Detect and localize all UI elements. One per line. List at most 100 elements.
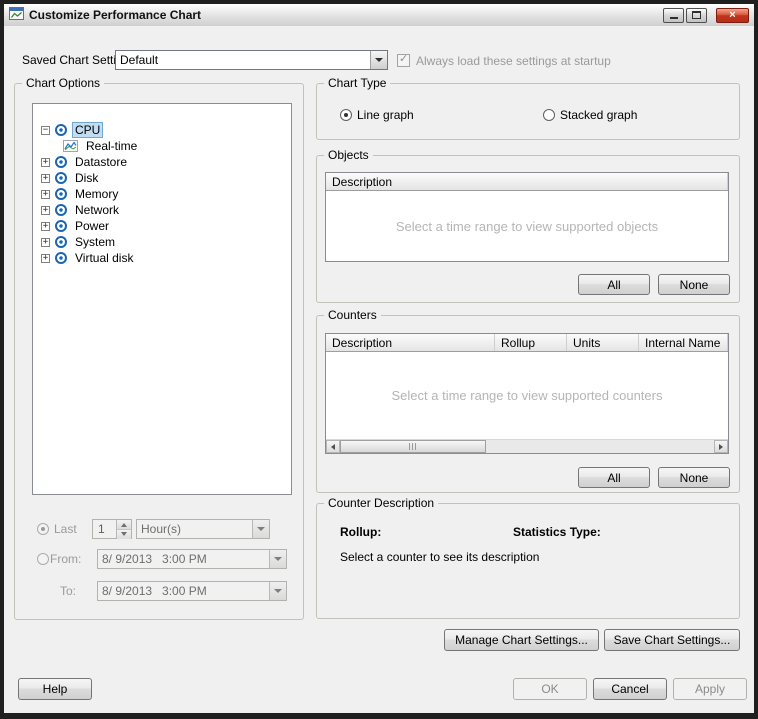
tree-item-cpu[interactable]: − CPU [33, 122, 291, 138]
tree-item-datastore[interactable]: + Datastore [33, 154, 291, 170]
stacked-graph-radio[interactable] [543, 109, 555, 121]
dropdown-arrow-icon[interactable] [370, 51, 387, 69]
horizontal-scrollbar[interactable] [326, 439, 728, 453]
help-button[interactable]: Help [18, 678, 92, 700]
counters-column-description[interactable]: Description [326, 334, 495, 351]
spinner-up-icon[interactable] [117, 520, 131, 529]
last-value: 1 [98, 522, 105, 536]
expand-icon[interactable]: + [41, 173, 50, 183]
close-button[interactable]: × [716, 7, 749, 23]
statistics-type-label: Statistics Type: [513, 525, 601, 539]
counter-group-icon [55, 204, 67, 216]
tree-item-label[interactable]: CPU [72, 122, 104, 138]
to-datetime-value: 8/ 9/2013 3:00 PM [102, 584, 207, 598]
rollup-label: Rollup: [340, 525, 382, 539]
expand-icon[interactable]: + [41, 189, 50, 199]
minimize-button[interactable] [663, 7, 684, 23]
tree-item-disk[interactable]: + Disk [33, 170, 291, 186]
tree-item-system[interactable]: + System [33, 234, 291, 250]
to-datetime-picker[interactable]: 8/ 9/2013 3:00 PM [97, 581, 287, 601]
maximize-button[interactable] [686, 7, 707, 23]
tree-item-network[interactable]: + Network [33, 202, 291, 218]
from-datetime-value: 8/ 9/2013 3:00 PM [102, 552, 207, 566]
scrollbar-thumb[interactable] [340, 440, 486, 453]
stacked-graph-label: Stacked graph [560, 108, 638, 122]
tree-item-virtual-disk[interactable]: + Virtual disk [33, 250, 291, 266]
dropdown-arrow-icon[interactable] [252, 520, 269, 538]
saved-settings-value: Default [120, 53, 159, 67]
counters-table: Description Rollup Units Internal Name S… [325, 333, 729, 454]
tree-item-real-time[interactable]: Real-time [33, 138, 291, 154]
expand-icon[interactable]: + [41, 205, 50, 215]
tree-item-label[interactable]: Datastore [72, 154, 130, 170]
dialog-window: Customize Performance Chart × Saved Char… [0, 0, 758, 719]
save-chart-settings-button[interactable]: Save Chart Settings... [604, 629, 740, 651]
counter-group-icon [55, 236, 67, 248]
counter-group-icon [55, 172, 67, 184]
tree-item-label[interactable]: Memory [72, 186, 121, 202]
from-radio[interactable] [37, 553, 49, 565]
objects-table-body: Select a time range to view supported ob… [326, 191, 728, 261]
tree-item-label[interactable]: Disk [72, 170, 101, 186]
window-controls: × [663, 7, 749, 23]
tree-item-label[interactable]: Network [72, 202, 122, 218]
tree-item-memory[interactable]: + Memory [33, 186, 291, 202]
tree-item-power[interactable]: + Power [33, 218, 291, 234]
objects-table-header: Description [326, 173, 728, 191]
objects-none-button[interactable]: None [658, 274, 730, 295]
metric-tree[interactable]: − CPU Real-time + Datastore + Disk + Mem… [32, 103, 292, 495]
from-label: From: [50, 552, 82, 566]
scroll-left-icon[interactable] [326, 440, 340, 453]
saved-settings-combo[interactable]: Default [115, 50, 388, 70]
counter-group-icon [55, 252, 67, 264]
manage-chart-settings-button[interactable]: Manage Chart Settings... [444, 629, 599, 651]
last-label: Last [54, 522, 77, 536]
line-chart-icon [63, 140, 78, 152]
expand-icon[interactable]: + [41, 237, 50, 247]
chart-type-title: Chart Type [324, 76, 391, 90]
ok-button[interactable]: OK [513, 678, 587, 700]
objects-placeholder: Select a time range to view supported ob… [395, 218, 659, 234]
tree-item-label[interactable]: Real-time [83, 138, 140, 154]
counter-description-title: Counter Description [324, 496, 439, 510]
load-at-startup-checkbox[interactable]: ✓ [397, 53, 410, 67]
counters-table-header: Description Rollup Units Internal Name [326, 334, 728, 352]
collapse-icon[interactable]: − [41, 125, 50, 135]
title-bar[interactable]: Customize Performance Chart × [4, 4, 754, 26]
apply-button[interactable]: Apply [673, 678, 747, 700]
last-radio[interactable] [37, 523, 49, 535]
counters-column-units[interactable]: Units [567, 334, 639, 351]
expand-icon[interactable]: + [41, 221, 50, 231]
scroll-right-icon[interactable] [714, 440, 728, 453]
from-datetime-picker[interactable]: 8/ 9/2013 3:00 PM [97, 549, 287, 569]
counters-table-body: Select a time range to view supported co… [326, 352, 728, 439]
cancel-button[interactable]: Cancel [593, 678, 667, 700]
counters-placeholder: Select a time range to view supported co… [391, 388, 663, 403]
objects-title: Objects [324, 148, 373, 162]
last-value-spinner[interactable]: 1 [92, 519, 132, 539]
dropdown-arrow-icon[interactable] [269, 582, 286, 600]
spinner-down-icon[interactable] [117, 529, 131, 539]
expand-icon[interactable]: + [41, 253, 50, 263]
counters-all-button[interactable]: All [578, 467, 650, 488]
objects-column-description[interactable]: Description [326, 173, 728, 190]
objects-all-button[interactable]: All [578, 274, 650, 295]
scrollbar-grip-icon [409, 443, 417, 450]
to-label: To: [60, 584, 77, 598]
counters-column-internal-name[interactable]: Internal Name [639, 334, 728, 351]
maximize-icon [692, 11, 701, 19]
line-graph-radio[interactable] [340, 109, 352, 121]
counters-none-button[interactable]: None [658, 467, 730, 488]
last-unit-combo[interactable]: Hour(s) [136, 519, 270, 539]
tree-item-label[interactable]: Power [72, 218, 112, 234]
counter-group-icon [55, 124, 67, 136]
counter-description-placeholder: Select a counter to see its description [340, 550, 540, 564]
scrollbar-track[interactable] [340, 440, 714, 453]
tree-item-label[interactable]: Virtual disk [72, 250, 136, 266]
tree-item-label[interactable]: System [72, 234, 118, 250]
checkmark-icon: ✓ [399, 53, 409, 65]
load-at-startup-label: Always load these settings at startup [416, 54, 611, 68]
dropdown-arrow-icon[interactable] [269, 550, 286, 568]
expand-icon[interactable]: + [41, 157, 50, 167]
counters-column-rollup[interactable]: Rollup [495, 334, 567, 351]
